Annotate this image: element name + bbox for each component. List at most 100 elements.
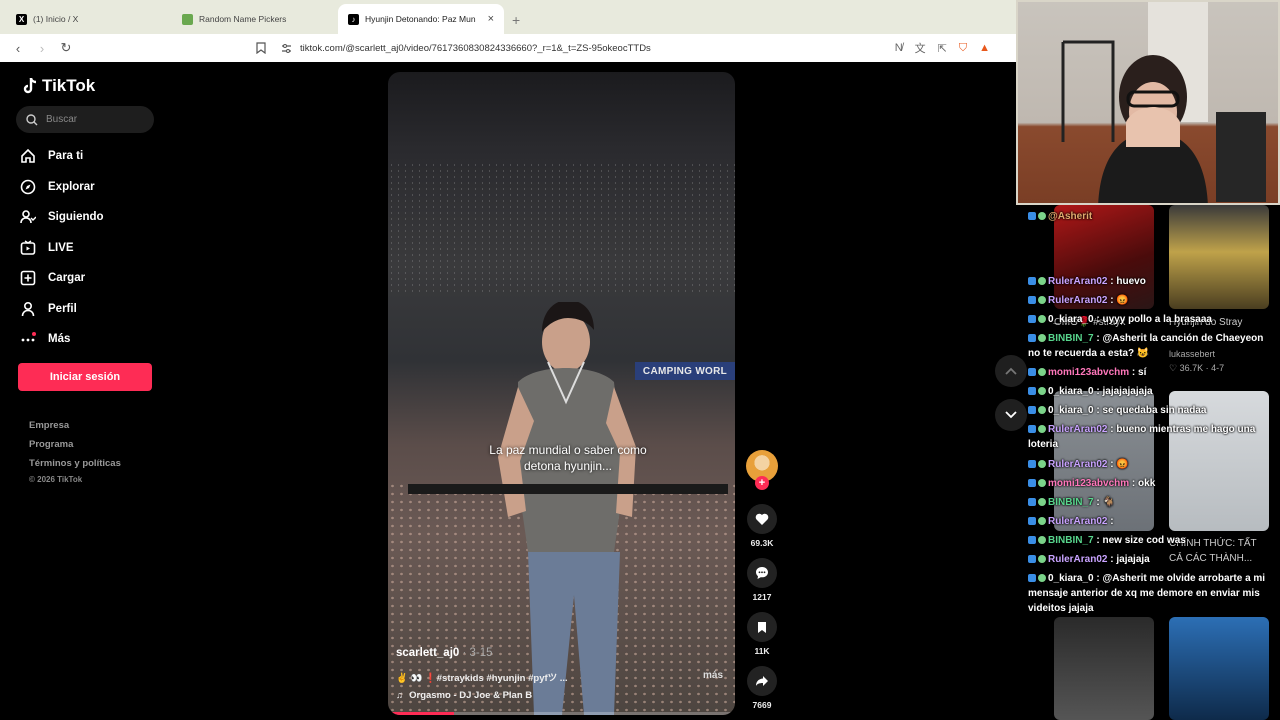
chat-text: : okk [1129, 478, 1156, 489]
badge-icon [1028, 514, 1048, 529]
webcam-overlay [1016, 0, 1280, 205]
save-count: 11K [754, 646, 770, 656]
chat-text: : uyyy pollo a la brasaaa [1093, 314, 1212, 325]
translate-icon[interactable]: 文 [915, 40, 926, 56]
chat-username[interactable]: momi123abvchm [1048, 367, 1129, 378]
chat-message: RulerAran02 : huevo [1028, 274, 1268, 289]
chat-text: : sí [1129, 367, 1147, 378]
chat-message: 0_kiara_0 : jajajajajaja [1028, 384, 1268, 399]
video-author[interactable]: scarlett_aj0 · 3-15 [396, 647, 493, 659]
chat-username[interactable]: BINBIN_7 [1048, 535, 1094, 546]
search-input[interactable] [46, 114, 146, 125]
tiktok-icon: ♪ [348, 13, 359, 25]
chat-text: : 😡 [1107, 459, 1129, 470]
picker-icon [182, 13, 193, 25]
site-info-icon[interactable] [278, 40, 294, 56]
tab-x[interactable]: X (1) Inicio / X [6, 4, 172, 34]
chat-text: : jajajaja [1107, 554, 1150, 565]
chat-message: RulerAran02 : bueno mientras me hago una… [1028, 422, 1276, 452]
login-button[interactable]: Iniciar sesión [18, 363, 152, 391]
footer-link-empresa[interactable]: Empresa [29, 420, 69, 431]
badge-icon [1028, 495, 1048, 510]
suggested-thumb-5[interactable] [1054, 617, 1154, 720]
nav-label: Más [48, 333, 71, 345]
right-panel: OMG🌹 #strayk Hyunjin do Stray lukasseber… [1016, 205, 1280, 720]
nav-item-siguiendo[interactable]: Siguiendo [20, 209, 104, 225]
save-button[interactable]: 11K [745, 612, 779, 656]
music-title: Orgasmo - DJ Joe & Plan B [409, 690, 533, 701]
chat-message: RulerAran02 : jajajaja [1028, 552, 1268, 567]
badge-icon [1028, 293, 1048, 308]
chat-username[interactable]: momi123abvchm [1048, 478, 1129, 489]
search-box[interactable] [16, 106, 154, 133]
chat-message: RulerAran02 : 😡 [1028, 457, 1268, 472]
chat-username[interactable]: RulerAran02 [1048, 459, 1107, 470]
share-button[interactable]: 7669 [745, 666, 779, 710]
badge-icon [1028, 365, 1048, 380]
compass-icon [20, 179, 36, 195]
close-tab-icon[interactable]: × [488, 13, 494, 25]
chat-message: @Asherit [1028, 209, 1228, 224]
video-player[interactable]: CAMPING WORL La paz mundial o saber como… [388, 72, 735, 715]
chat-text: : 😡 [1107, 295, 1129, 306]
bookmark-icon[interactable] [253, 40, 269, 56]
comment-button[interactable]: 1217 [745, 558, 779, 602]
chat-username[interactable]: @Asherit [1048, 211, 1092, 222]
video-progress-bar[interactable] [388, 712, 735, 715]
tab-tiktok[interactable]: ♪ Hyunjin Detonando: Paz Mun × [338, 4, 504, 34]
brave-shield-icon[interactable]: ⛉ [959, 42, 967, 55]
chat-username[interactable]: RulerAran02 [1048, 295, 1107, 306]
footer-link-programa[interactable]: Programa [29, 439, 73, 450]
nav-item-explorar[interactable]: Explorar [20, 179, 95, 195]
chat-username[interactable]: RulerAran02 [1048, 554, 1107, 565]
like-count: 69.3K [750, 538, 774, 548]
reload-icon[interactable]: ↻ [58, 40, 74, 56]
upload-icon [20, 270, 36, 286]
stadium-lights [388, 162, 735, 292]
video-music[interactable]: ♫ Orgasmo - DJ Joe & Plan B [396, 690, 532, 701]
nav-label: LIVE [48, 242, 74, 254]
badge-icon [1028, 209, 1048, 224]
chat-username[interactable]: BINBIN_7 [1048, 497, 1094, 508]
reader-mode-icon[interactable]: N̸ [895, 42, 903, 54]
share-icon[interactable]: ⇱ [938, 42, 947, 55]
badge-icon [1028, 457, 1048, 472]
share-arrow-icon [747, 666, 777, 696]
tiktok-page: TikTok Para ti Explorar Siguiendo LIVE C… [0, 62, 1027, 720]
chat-username[interactable]: RulerAran02 [1048, 516, 1107, 527]
chat-username[interactable]: 0_kiara_0 [1048, 573, 1094, 584]
performer-figure [498, 302, 636, 715]
url-text[interactable]: tiktok.com/@scarlett_aj0/video/761736083… [300, 43, 651, 54]
footer-link-terminos[interactable]: Términos y políticas [29, 458, 121, 469]
nav-item-para-ti[interactable]: Para ti [20, 148, 83, 164]
chat-username[interactable]: RulerAran02 [1048, 276, 1107, 287]
badge-icon [1028, 331, 1048, 346]
chat-username[interactable]: 0_kiara_0 [1048, 405, 1094, 416]
nav-item-cargar[interactable]: Cargar [20, 270, 85, 286]
back-icon[interactable]: ‹ [10, 40, 26, 56]
brave-rewards-icon[interactable]: ▲ [979, 42, 990, 54]
suggested-thumb-6[interactable] [1169, 617, 1269, 720]
tab-title: (1) Inicio / X [33, 14, 79, 24]
chat-username[interactable]: 0_kiara_0 [1048, 386, 1094, 397]
new-tab-icon[interactable]: + [512, 12, 520, 28]
chat-message: RulerAran02 : [1028, 514, 1268, 529]
follow-plus-icon[interactable]: + [755, 476, 769, 490]
like-button[interactable]: 69.3K [745, 504, 779, 548]
chat-text: : huevo [1107, 276, 1146, 287]
nav-item-perfil[interactable]: Perfil [20, 301, 77, 317]
badge-icon [1028, 384, 1048, 399]
tiktok-logo[interactable]: TikTok [22, 76, 95, 96]
more-link[interactable]: más [703, 670, 723, 681]
chat-username[interactable]: RulerAran02 [1048, 424, 1107, 435]
chat-message: RulerAran02 : 😡 [1028, 293, 1268, 308]
chat-username[interactable]: 0_kiara_0 [1048, 314, 1094, 325]
nav-item-live[interactable]: LIVE [20, 240, 74, 256]
badge-icon [1028, 552, 1048, 567]
browser-tab-bar: X (1) Inicio / X Random Name Pickers ♪ H… [0, 0, 1016, 34]
nav-item-mas[interactable]: Más [20, 331, 70, 347]
forward-icon[interactable]: › [34, 40, 50, 56]
tab-random-name-pickers[interactable]: Random Name Pickers [172, 4, 338, 34]
post-date: · 3-15 [459, 647, 493, 659]
chat-username[interactable]: BINBIN_7 [1048, 333, 1094, 344]
